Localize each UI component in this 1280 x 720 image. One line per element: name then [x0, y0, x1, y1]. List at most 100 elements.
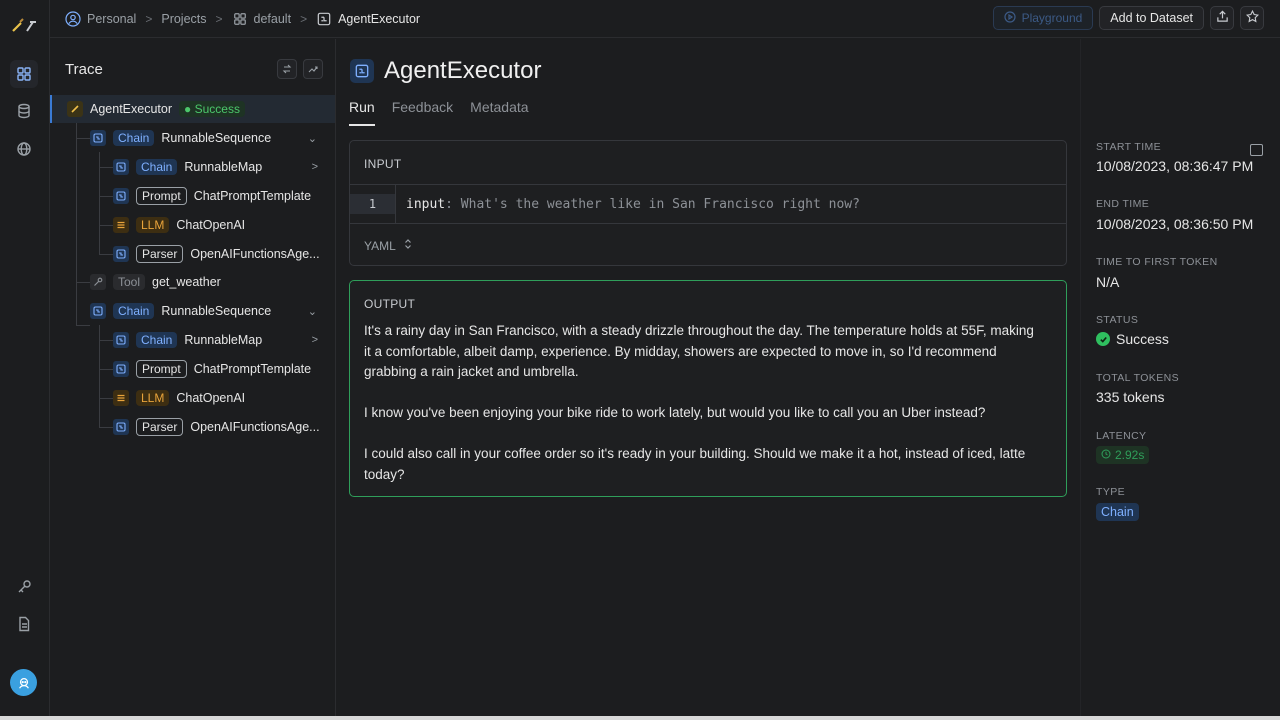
trace-row-name: ChatPromptTemplate	[193, 362, 312, 376]
grid-icon	[232, 11, 248, 27]
trace-row-agentexecutor[interactable]: AgentExecutor ● Success	[50, 95, 335, 123]
hub-globe-icon[interactable]	[10, 135, 38, 163]
tree-connector	[99, 167, 113, 168]
chain-icon	[113, 361, 129, 377]
api-key-icon[interactable]	[10, 573, 38, 601]
run-type-badge: Tool	[113, 274, 146, 290]
agent-icon	[67, 101, 83, 117]
breadcrumb-default[interactable]: default	[232, 11, 291, 27]
chain-icon	[90, 303, 106, 319]
tree-connector	[99, 340, 113, 341]
trend-icon	[308, 62, 318, 77]
chain-icon	[113, 419, 129, 435]
chain-icon	[113, 246, 129, 262]
code-line: input: What's the weather like in San Fr…	[396, 185, 860, 223]
trace-row-name: ChatOpenAI	[176, 391, 246, 405]
chevron-down-icon[interactable]: ⌄	[308, 132, 317, 145]
tree-connector	[76, 282, 90, 283]
breadcrumb-separator: >	[215, 11, 223, 26]
user-avatar[interactable]	[10, 669, 37, 696]
breadcrumb-separator: >	[300, 11, 308, 26]
run-type-badge: Prompt	[136, 360, 187, 378]
collapse-tree-button[interactable]	[277, 59, 297, 79]
window-bottom-edge	[0, 716, 1280, 720]
chevron-right-icon[interactable]: >	[312, 334, 318, 346]
input-card: INPUT 1 input: What's the weather like i…	[349, 140, 1067, 266]
breadcrumb-personal[interactable]: Personal	[65, 10, 137, 27]
playground-button[interactable]: Playground	[992, 6, 1094, 30]
status-badge: ● Success	[179, 101, 245, 117]
breadcrumb-label: AgentExecutor	[338, 11, 421, 26]
chain-icon	[90, 130, 106, 146]
trace-tools	[277, 59, 323, 79]
swap-icon	[282, 62, 292, 77]
datasets-nav-icon[interactable]	[10, 97, 38, 125]
run-tabs: Run Feedback Metadata	[349, 99, 529, 126]
breadcrumb-label: Projects	[161, 11, 207, 26]
clock-icon	[1101, 448, 1111, 462]
input-label: INPUT	[364, 157, 402, 171]
top-actions: Playground Add to Dataset	[992, 6, 1264, 30]
tree-connector	[99, 427, 113, 428]
star-icon	[1245, 9, 1259, 26]
breadcrumb-label: Personal	[87, 11, 137, 26]
breadcrumb-projects[interactable]: Projects	[161, 12, 206, 26]
favorite-button[interactable]	[1240, 6, 1264, 30]
type-badge: Chain	[1096, 503, 1139, 521]
trace-row-name: RunnableMap	[184, 160, 263, 174]
breadcrumb-agentexecutor[interactable]: AgentExecutor	[316, 11, 420, 27]
output-paragraph: It's a rainy day in San Francisco, with …	[364, 323, 1034, 379]
latency-value: 2.92s	[1115, 448, 1145, 462]
breadcrumb: Personal > Projects > default > AgentExe…	[65, 10, 420, 27]
tree-connector	[99, 196, 113, 197]
page-title: AgentExecutor	[384, 57, 542, 84]
run-type-badge: LLM	[136, 390, 170, 406]
tokens-label: TOTAL TOKENS	[1096, 372, 1179, 384]
trend-view-button[interactable]	[303, 59, 323, 79]
tokens-value: 335 tokens	[1096, 389, 1165, 405]
chain-icon	[350, 59, 374, 83]
trace-title: Trace	[65, 61, 103, 78]
trace-row-name: ChatPromptTemplate	[193, 189, 312, 203]
tab-metadata[interactable]: Metadata	[470, 99, 528, 126]
trace-row-get-weather[interactable]: Tool get_weather	[90, 268, 375, 296]
run-type-badge: Chain	[113, 130, 155, 146]
top-bar: Personal > Projects > default > AgentExe…	[50, 0, 1280, 38]
chevron-right-icon[interactable]: >	[312, 161, 318, 173]
wrench-icon	[90, 274, 106, 290]
chevron-down-icon[interactable]: ⌄	[308, 305, 317, 318]
end-time-value: 10/08/2023, 08:36:50 PM	[1096, 216, 1254, 232]
start-time-value: 10/08/2023, 08:36:47 PM	[1096, 158, 1254, 174]
trace-row-name: AgentExecutor	[90, 102, 172, 116]
trace-row-name: ChatOpenAI	[176, 218, 246, 232]
code-editor[interactable]: 1 input: What's the weather like in San …	[350, 184, 1066, 224]
trace-row-runnablesequence[interactable]: Chain RunnableSequence ⌄	[90, 297, 375, 325]
tree-connector	[76, 325, 90, 326]
trace-row-name: get_weather	[152, 275, 221, 289]
output-card: OUTPUT It's a rainy day in San Francisco…	[349, 280, 1067, 497]
trace-row-runnablesequence[interactable]: Chain RunnableSequence ⌄	[90, 124, 375, 152]
user-circle-icon	[65, 10, 81, 27]
add-to-dataset-button[interactable]: Add to Dataset	[1099, 6, 1204, 30]
status-label: STATUS	[1096, 314, 1139, 326]
llm-icon	[113, 217, 129, 233]
run-header: AgentExecutor	[350, 57, 541, 85]
app-logo-icon[interactable]	[11, 16, 39, 34]
latency-badge: 2.92s	[1096, 446, 1150, 464]
chain-icon	[113, 332, 129, 348]
run-detail: AgentExecutor Run Feedback Metadata INPU…	[336, 39, 1263, 716]
docs-icon[interactable]	[10, 610, 38, 638]
trace-panel: Trace AgentExecutor ● Success Chain Runn…	[50, 39, 336, 716]
breadcrumb-separator: >	[145, 11, 153, 26]
status-text: Success	[1116, 331, 1169, 347]
icon-rail	[0, 0, 50, 716]
run-type-badge: Parser	[136, 418, 184, 436]
yaml-value: : What's the weather like in San Francis…	[445, 196, 860, 212]
projects-nav-icon[interactable]	[10, 60, 38, 88]
trace-row-name: RunnableSequence	[161, 304, 272, 318]
format-select[interactable]: YAML	[364, 238, 412, 253]
trace-row-name: RunnableSequence	[161, 131, 272, 145]
tab-run[interactable]: Run	[349, 99, 375, 126]
share-button[interactable]	[1210, 6, 1234, 30]
tab-feedback[interactable]: Feedback	[392, 99, 453, 126]
